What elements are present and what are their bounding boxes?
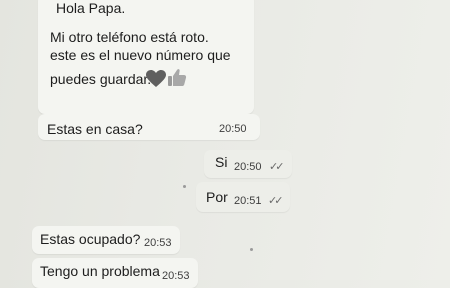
incoming-message[interactable]: Estas ocupado? 20:53	[32, 226, 180, 254]
incoming-message[interactable]: Estas en casa? 20:50	[38, 114, 260, 140]
message-line: Hola Papa.	[56, 0, 126, 16]
message-text: Tengo un problema	[40, 263, 160, 279]
message-time: 20:50	[234, 161, 262, 173]
message-time: 20:53	[144, 237, 172, 249]
divider-dot	[250, 248, 253, 251]
message-time: 20:53	[162, 270, 190, 282]
outgoing-message[interactable]: Por 20:51 ✓✓	[196, 182, 290, 212]
message-line: este es el nuevo número que	[50, 47, 231, 63]
message-text: Estas ocupado?	[40, 231, 141, 247]
message-time: 20:50	[219, 123, 247, 135]
message-text: Si	[215, 154, 228, 170]
message-text: Estas en casa?	[47, 121, 143, 137]
read-receipt-icon: ✓✓	[269, 161, 285, 173]
divider-dot	[183, 185, 186, 188]
read-receipt-icon: ✓✓	[268, 195, 284, 207]
message-time: 20:51	[234, 195, 262, 207]
message-line: puedes guardar.	[50, 71, 152, 87]
incoming-message[interactable]: Tengo un problema 20:53	[32, 258, 198, 288]
chat-area[interactable]: Hola Papa. Mi otro teléfono está roto. e…	[0, 0, 450, 288]
message-text: Por	[206, 189, 228, 205]
message-line: Mi otro teléfono está roto.	[50, 29, 209, 45]
heart-emoji	[146, 70, 166, 88]
thumbs-up-emoji	[167, 68, 187, 88]
outgoing-message[interactable]: Si 20:50 ✓✓	[204, 150, 292, 178]
incoming-message[interactable]: Hola Papa. Mi otro teléfono está roto. e…	[38, 0, 254, 114]
